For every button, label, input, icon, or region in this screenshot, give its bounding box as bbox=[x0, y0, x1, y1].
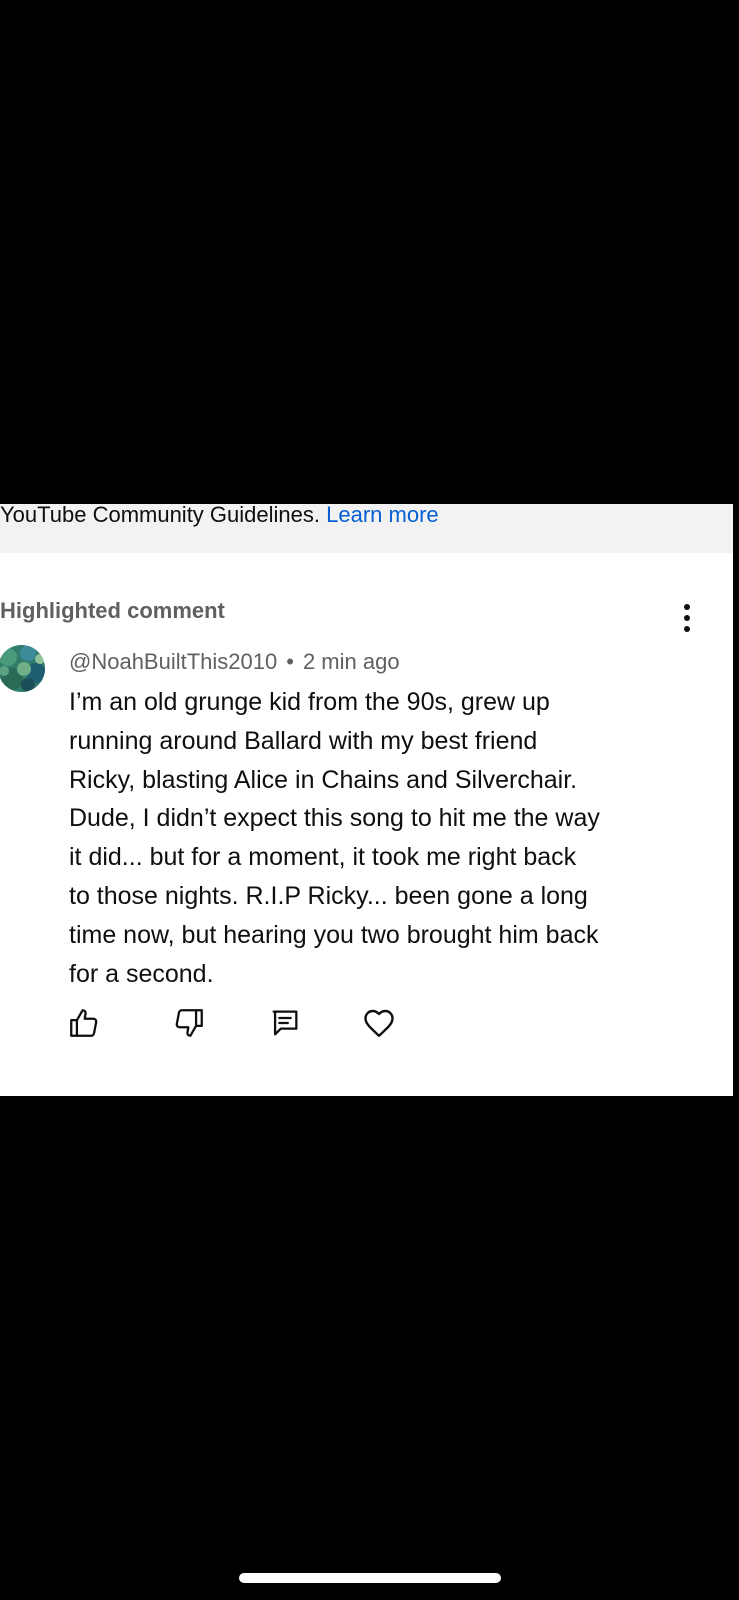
highlighted-comment-label: Highlighted comment bbox=[0, 598, 225, 623]
right-edge-strip bbox=[733, 504, 739, 1096]
more-options-button[interactable] bbox=[672, 598, 702, 638]
thumbs-up-icon bbox=[70, 1009, 98, 1037]
comment-meta: @NoahBuiltThis2010 • 2 min ago bbox=[69, 649, 400, 675]
reply-button[interactable] bbox=[263, 1001, 307, 1045]
thumbs-down-icon bbox=[175, 1009, 203, 1037]
like-button[interactable] bbox=[62, 1001, 106, 1045]
comment-body: I’m an old grunge kid from the 90s, grew… bbox=[69, 688, 600, 988]
avatar[interactable] bbox=[0, 645, 45, 692]
dislike-button[interactable] bbox=[167, 1001, 211, 1045]
top-black-area bbox=[0, 0, 739, 504]
guidelines-notice: YouTube Community Guidelines. Learn more bbox=[0, 504, 733, 553]
heart-button[interactable] bbox=[357, 1001, 401, 1045]
guidelines-text: YouTube Community Guidelines. bbox=[0, 502, 320, 527]
guidelines-notice-text: YouTube Community Guidelines. Learn more bbox=[0, 504, 439, 526]
heart-icon bbox=[364, 1009, 394, 1037]
comment-author[interactable]: @NoahBuiltThis2010 bbox=[69, 649, 277, 674]
more-vertical-icon-dot bbox=[684, 626, 690, 632]
learn-more-link[interactable]: Learn more bbox=[326, 502, 439, 527]
home-indicator[interactable] bbox=[239, 1573, 501, 1583]
meta-separator: • bbox=[286, 649, 294, 674]
reply-comment-icon bbox=[272, 1010, 298, 1036]
avatar-image bbox=[0, 645, 45, 692]
more-vertical-icon bbox=[684, 604, 690, 610]
more-vertical-icon-dot bbox=[684, 615, 690, 621]
comment-actions bbox=[0, 1001, 733, 1045]
comment-timestamp[interactable]: 2 min ago bbox=[303, 649, 400, 674]
highlighted-comment-panel: Highlighted comment @NoahBuiltThis2010 • 2… bbox=[0, 553, 733, 1096]
